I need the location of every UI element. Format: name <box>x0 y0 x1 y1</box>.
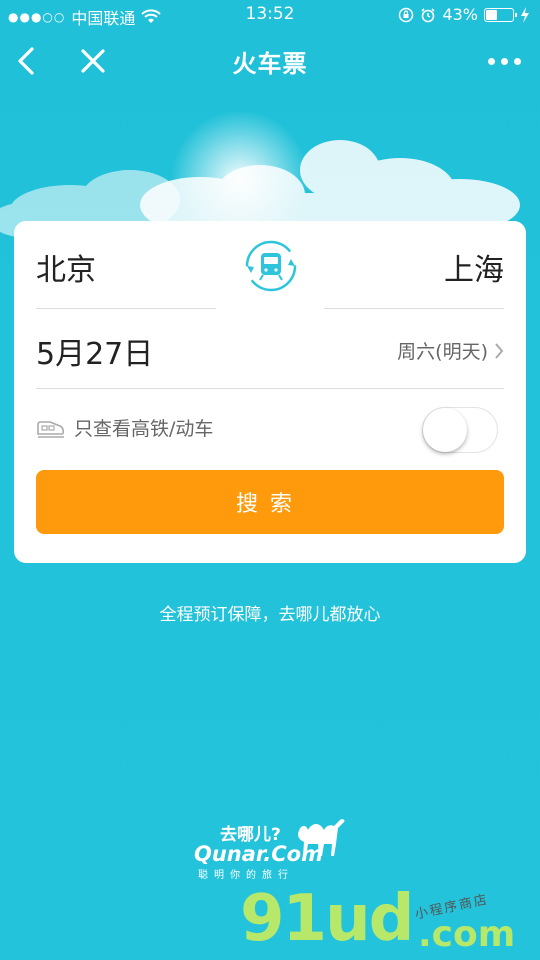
chevron-right-icon <box>495 342 504 359</box>
divider <box>36 388 504 389</box>
status-bar: ●●●○○ 中国联通 13:52 43% <box>0 0 540 30</box>
search-card: 北京 上海 5月27日 周六(明天) 只查看高铁/动车 搜索 <box>14 221 526 563</box>
search-button[interactable]: 搜索 <box>36 470 504 534</box>
watermark-domain: .com <box>418 914 516 955</box>
page-title: 火车票 <box>232 50 308 78</box>
watermark: 91ud 小程序商店 .com <box>240 882 540 960</box>
camel-icon <box>298 819 345 856</box>
to-city[interactable]: 上海 <box>444 245 504 289</box>
battery-fill <box>486 9 497 20</box>
divider <box>36 308 216 309</box>
nav-bar: 火车票 <box>0 30 540 92</box>
logo-tagline: 聪明你的旅行 <box>198 870 294 881</box>
status-right: 43% <box>398 5 530 24</box>
toggle-knob <box>423 408 467 452</box>
alarm-clock-icon <box>421 7 436 22</box>
more-dot <box>501 57 508 65</box>
rotation-lock-icon <box>399 7 414 22</box>
filter-label: 只查看高铁/动车 <box>74 418 214 440</box>
watermark-big-text: 91ud <box>240 882 414 956</box>
train-outline-icon <box>37 420 65 438</box>
clouds-illustration <box>0 110 520 240</box>
charging-bolt-icon <box>521 6 529 23</box>
from-city[interactable]: 北京 <box>36 245 96 289</box>
weekday-label: 周六(明天) <box>397 341 488 363</box>
more-dot <box>514 57 521 65</box>
high-speed-toggle[interactable] <box>422 407 498 453</box>
swap-cities-button[interactable] <box>244 239 298 293</box>
battery-percent: 43% <box>442 5 478 24</box>
date-picker-trigger[interactable]: 周六(明天) <box>397 337 504 364</box>
departure-date[interactable]: 5月27日 <box>36 329 153 373</box>
more-dot <box>488 57 495 65</box>
divider <box>324 308 504 309</box>
battery-icon <box>484 7 517 22</box>
slogan-text: 全程预订保障，去哪儿都放心 <box>159 605 381 625</box>
qunar-logo: 去哪儿? Qunar.Com 聪明你的旅行 <box>190 810 350 882</box>
high-speed-filter: 只查看高铁/动车 <box>36 414 213 441</box>
more-options-icon[interactable] <box>488 50 522 72</box>
